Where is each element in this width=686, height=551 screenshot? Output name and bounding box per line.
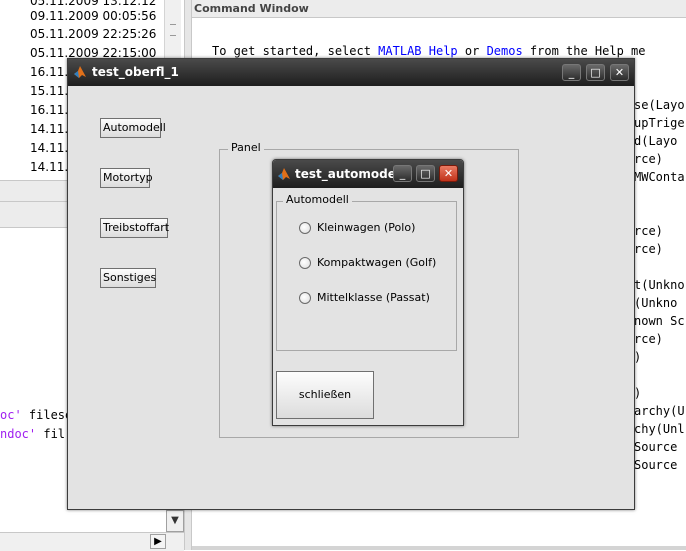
output-line: d(Layo (634, 134, 678, 148)
maximize-button[interactable]: □ (586, 64, 605, 81)
figure-titlebar[interactable]: test_automodell _ □ ✕ (273, 160, 463, 188)
output-line: MWConta (634, 170, 685, 184)
maximize-icon: □ (420, 167, 431, 180)
history-entry[interactable]: 05.11.2009 22:25:26 (30, 27, 156, 41)
scroll-right-button[interactable]: ▶ (150, 534, 166, 549)
close-icon: ✕ (614, 66, 625, 79)
radio-circle-icon (299, 292, 311, 304)
matlab-help-link[interactable]: MATLAB Help (378, 44, 457, 58)
matlab-logo-icon (278, 168, 290, 180)
output-line: t(Unkno (634, 278, 685, 292)
output-line: ) (634, 350, 642, 364)
output-line: rce) (634, 242, 663, 256)
output-line: upTrige (634, 116, 685, 130)
scroll-down-button[interactable]: ▼ (166, 510, 184, 532)
output-line: rce) (634, 224, 663, 238)
history-entry[interactable]: 05.11.2009 13:12:12 (30, 0, 156, 8)
output-line: se(Layo (634, 98, 685, 112)
history-entry[interactable]: 14.11. (30, 141, 68, 155)
minimize-button[interactable]: _ (562, 64, 581, 81)
maximize-button[interactable]: □ (416, 165, 435, 182)
command-window-title: Command Window (192, 0, 686, 18)
history-entry[interactable]: 14.11. (30, 122, 68, 136)
minimize-icon: _ (399, 167, 406, 180)
treibstoffart-button[interactable]: Treibstoffart (100, 218, 169, 238)
close-button[interactable]: ✕ (610, 64, 629, 81)
output-line: Source (634, 440, 678, 454)
intro-line: To get started, select MATLAB Help or De… (212, 44, 646, 58)
scroll-grip-icon (170, 24, 176, 36)
editor-horizontal-scrollbar[interactable]: ▶ (0, 532, 184, 551)
close-icon: ✕ (443, 167, 454, 180)
panel-label: Automodell (283, 193, 352, 206)
output-line: rce) (634, 332, 663, 346)
editor-line: oc' filese (0, 408, 73, 422)
output-line: archy(U (634, 404, 685, 418)
demos-link[interactable]: Demos (487, 44, 523, 58)
figure-title: test_automodell (295, 167, 405, 181)
figure-window-automodell: test_automodell _ □ ✕ Automodell Kleinwa… (272, 159, 464, 426)
output-line: nown Sc (634, 314, 685, 328)
automodell-button[interactable]: Automodell (100, 118, 166, 138)
chevron-right-icon: ▶ (154, 536, 162, 547)
schliessen-button[interactable]: schließen (276, 371, 374, 419)
maximize-icon: □ (590, 66, 601, 79)
output-line: (Unkno (634, 296, 678, 310)
minimize-button[interactable]: _ (393, 165, 412, 182)
panel-label: Panel (228, 141, 264, 154)
chevron-down-icon: ▼ (171, 515, 179, 526)
sonstiges-button[interactable]: Sonstiges (100, 268, 156, 288)
history-entry[interactable]: 16.11. (30, 103, 68, 117)
output-line: Source (634, 458, 678, 472)
automodell-panel: Automodell Kleinwagen (Polo) Kompaktwage… (276, 193, 457, 351)
output-line: chy(Unl (634, 422, 685, 436)
output-line: ) (634, 386, 642, 400)
close-button[interactable]: ✕ (439, 165, 458, 182)
figure-titlebar[interactable]: test_oberfl_1 _ □ ✕ (68, 59, 634, 86)
history-entry[interactable]: 09.11.2009 00:05:56 (30, 9, 156, 23)
minimize-icon: _ (568, 66, 575, 79)
radio-circle-icon (299, 257, 311, 269)
figure-title: test_oberfl_1 (92, 65, 179, 79)
radio-circle-icon (299, 222, 311, 234)
command-window-border (192, 546, 686, 550)
matlab-logo-icon (74, 66, 86, 78)
history-entry[interactable]: 14.11. (30, 160, 68, 174)
history-entry[interactable]: 15.11. (30, 84, 68, 98)
editor-line: ndoc' fil (0, 427, 66, 441)
output-line: rce) (634, 152, 663, 166)
history-entry[interactable]: 16.11. (30, 65, 68, 79)
motortyp-button[interactable]: Motortyp (100, 168, 153, 188)
